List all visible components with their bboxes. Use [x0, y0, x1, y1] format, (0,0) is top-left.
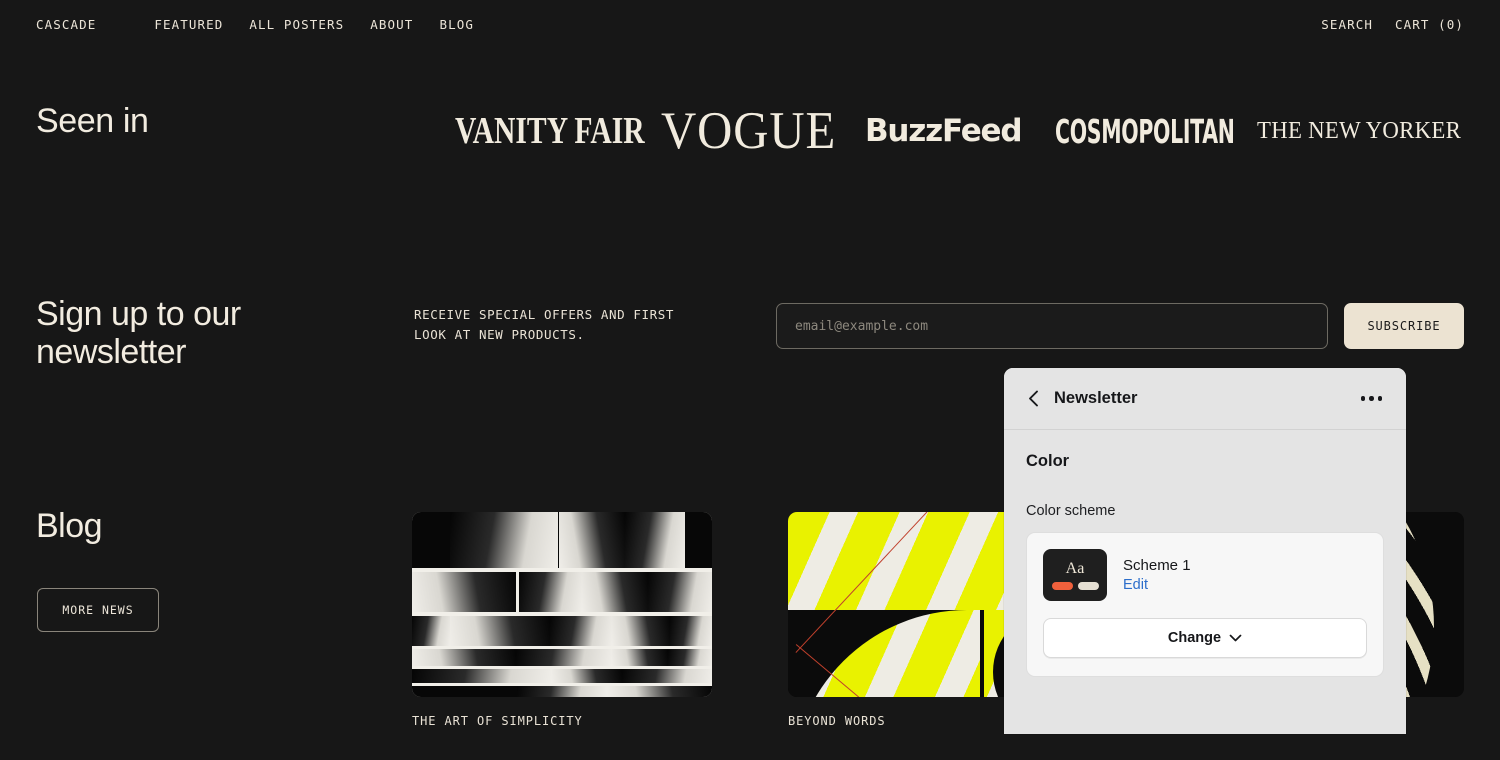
- color-scheme-row: Aa Scheme 1 Edit: [1043, 549, 1367, 601]
- utility-nav: SEARCH CART (0): [1321, 17, 1464, 32]
- swatch-type-sample: Aa: [1065, 559, 1085, 577]
- color-scheme-label: Color scheme: [1026, 503, 1116, 519]
- change-scheme-label: Change: [1167, 630, 1222, 646]
- color-scheme-swatch: Aa: [1043, 549, 1107, 601]
- change-scheme-button[interactable]: Change: [1043, 618, 1367, 658]
- color-scheme-name: Scheme 1: [1123, 557, 1191, 574]
- press-logo-vogue: VOGUE: [661, 102, 837, 160]
- blog-card-image-halftone-grid: [412, 512, 712, 697]
- press-logo-vanity-fair: VANITY FAIR: [455, 110, 645, 152]
- seen-in-section: Seen in VANITY FAIR VOGUE BuzzFeed COSMO…: [0, 96, 1500, 186]
- swatch-pill-background: [1077, 581, 1099, 590]
- press-logo-list: VANITY FAIR VOGUE BuzzFeed COSMOPOLITAN …: [455, 96, 1461, 166]
- newsletter-description: RECEIVE SPECIAL OFFERS AND FIRST LOOK AT…: [414, 307, 675, 343]
- cart-button[interactable]: CART (0): [1395, 17, 1464, 32]
- nav-item-all-posters[interactable]: ALL POSTERS: [249, 17, 344, 32]
- site-header: CASCADE FEATURED ALL POSTERS ABOUT BLOG …: [0, 0, 1500, 48]
- swatch-pill-accent: [1051, 581, 1073, 590]
- press-logo-the-new-yorker: THE NEW YORKER: [1257, 117, 1462, 144]
- email-input[interactable]: [776, 303, 1328, 349]
- swatch-pills: [1051, 581, 1099, 590]
- blog-card-caption: THE ART OF SIMPLICITY: [412, 714, 583, 728]
- newsletter-heading: Sign up to our newsletter: [36, 295, 241, 372]
- nav-item-featured[interactable]: FEATURED: [154, 17, 223, 32]
- halftone-grid-art: [412, 512, 712, 697]
- primary-nav: CASCADE FEATURED ALL POSTERS ABOUT BLOG: [36, 17, 474, 32]
- nav-item-blog[interactable]: BLOG: [439, 17, 474, 32]
- panel-title: Newsletter: [1054, 389, 1138, 407]
- chevron-down-icon: [1229, 630, 1242, 646]
- subscribe-button[interactable]: SUBSCRIBE: [1344, 303, 1464, 349]
- more-news-button[interactable]: MORE NEWS: [37, 588, 159, 632]
- chevron-left-icon[interactable]: [1022, 388, 1044, 410]
- color-section-title: Color: [1026, 452, 1070, 470]
- brand-logo[interactable]: CASCADE: [36, 17, 96, 32]
- edit-scheme-link[interactable]: Edit: [1123, 577, 1191, 593]
- blog-card[interactable]: THE ART OF SIMPLICITY: [412, 512, 712, 728]
- color-scheme-card: Aa Scheme 1 Edit Change: [1026, 532, 1384, 677]
- blog-heading: Blog: [36, 507, 103, 545]
- press-logo-cosmopolitan: COSMOPOLITAN: [1055, 111, 1235, 151]
- panel-header: Newsletter: [1004, 368, 1406, 430]
- nav-item-about[interactable]: ABOUT: [370, 17, 413, 32]
- page-root: CASCADE FEATURED ALL POSTERS ABOUT BLOG …: [0, 0, 1500, 760]
- more-horizontal-icon[interactable]: [1355, 390, 1389, 407]
- search-button[interactable]: SEARCH: [1321, 17, 1373, 32]
- panel-body: Color Color scheme Aa Scheme 1 Edit Chan…: [1004, 430, 1406, 677]
- seen-in-title: Seen in: [36, 102, 149, 140]
- press-logo-buzzfeed: BuzzFeed: [865, 113, 1023, 149]
- color-scheme-meta: Scheme 1 Edit: [1123, 557, 1191, 593]
- theme-editor-panel: Newsletter Color Color scheme Aa Scheme …: [1004, 368, 1406, 734]
